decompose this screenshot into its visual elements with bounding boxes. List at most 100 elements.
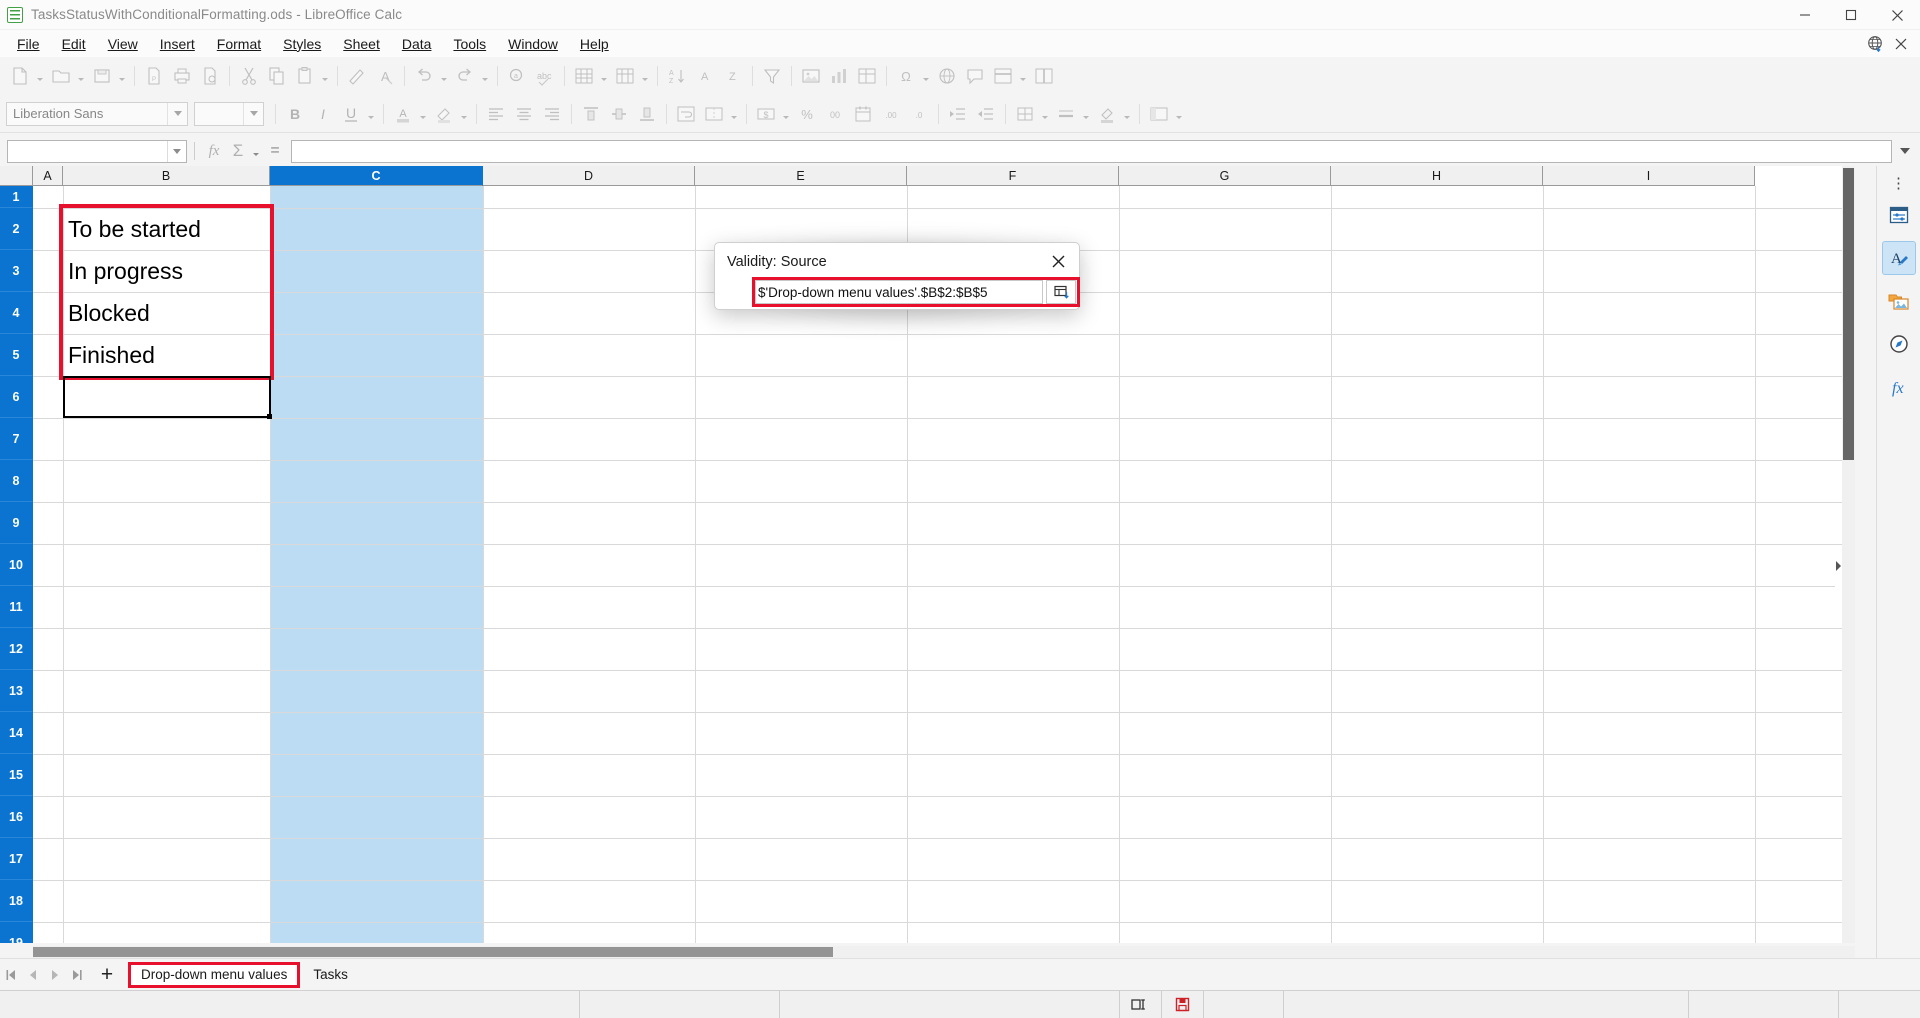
font-name-combobox[interactable]: Liberation Sans	[6, 102, 188, 126]
row-header-9[interactable]: 9	[0, 502, 33, 544]
column-header-d[interactable]: D	[483, 166, 695, 186]
save-dropdown[interactable]	[116, 63, 127, 89]
menu-sheet[interactable]: Sheet	[332, 32, 391, 56]
pivot-table-icon[interactable]	[854, 63, 880, 89]
hyperlink-icon[interactable]	[934, 63, 960, 89]
sort-za-icon[interactable]: Z	[720, 63, 746, 89]
merge-cells-dropdown[interactable]	[728, 101, 739, 127]
shrink-dialog-icon[interactable]	[1046, 280, 1076, 304]
autofilter-icon[interactable]	[759, 63, 785, 89]
column-header-i[interactable]: I	[1543, 166, 1755, 186]
row-header-6[interactable]: 6	[0, 376, 33, 418]
row-header-7[interactable]: 7	[0, 418, 33, 460]
function-wizard-icon[interactable]: fx	[202, 139, 226, 163]
horizontal-scrollbar-thumb[interactable]	[33, 947, 833, 957]
new-document-icon[interactable]	[7, 63, 33, 89]
borders-icon[interactable]	[1012, 101, 1038, 127]
highlight-color-icon[interactable]	[431, 101, 457, 127]
percent-icon[interactable]: %	[794, 101, 820, 127]
cell-B3[interactable]: In progress	[63, 250, 270, 292]
row-header-5[interactable]: 5	[0, 334, 33, 376]
close-icon[interactable]	[1043, 247, 1073, 275]
background-color-icon[interactable]	[1094, 101, 1120, 127]
select-all-corner[interactable]	[0, 166, 33, 186]
paste-icon[interactable]	[292, 63, 318, 89]
menu-file[interactable]: File	[6, 32, 51, 56]
font-color-dropdown[interactable]	[417, 101, 428, 127]
status-zoom-slider[interactable]	[1689, 991, 1839, 1018]
conditional-formatting-icon[interactable]	[1146, 101, 1172, 127]
sidebar-item-navigator[interactable]	[1882, 327, 1916, 361]
open-dropdown[interactable]	[75, 63, 86, 89]
redo-icon[interactable]	[452, 63, 478, 89]
menu-help[interactable]: Help	[569, 32, 620, 56]
center-vertically-icon[interactable]	[606, 101, 632, 127]
undo-dropdown[interactable]	[438, 63, 449, 89]
menu-styles[interactable]: Styles	[272, 32, 332, 56]
cut-icon[interactable]	[236, 63, 262, 89]
sum-icon[interactable]: Σ	[226, 139, 250, 163]
column-header-c[interactable]: C	[270, 166, 483, 186]
freeze-rows-columns-icon[interactable]	[990, 63, 1016, 89]
split-window-icon[interactable]	[1031, 63, 1057, 89]
background-color-dropdown[interactable]	[1121, 101, 1132, 127]
sort-ascending-descending-icon[interactable]: AZ	[664, 63, 690, 89]
redo-dropdown[interactable]	[479, 63, 490, 89]
close-button[interactable]	[1874, 0, 1920, 30]
row-header-14[interactable]: 14	[0, 712, 33, 754]
column-header-e[interactable]: E	[695, 166, 907, 186]
open-icon[interactable]	[48, 63, 74, 89]
previous-sheet-icon[interactable]	[22, 961, 44, 989]
increase-indent-icon[interactable]	[945, 101, 971, 127]
sheet-tab-tasks[interactable]: Tasks	[300, 962, 361, 988]
align-bottom-icon[interactable]	[634, 101, 660, 127]
name-box-dropdown-icon[interactable]	[167, 141, 186, 162]
column-header-h[interactable]: H	[1331, 166, 1543, 186]
undo-icon[interactable]	[411, 63, 437, 89]
row-dropdown[interactable]	[598, 63, 609, 89]
last-sheet-icon[interactable]	[66, 961, 88, 989]
column-header-b[interactable]: B	[63, 166, 270, 186]
row-header-4[interactable]: 4	[0, 292, 33, 334]
column-header-a[interactable]: A	[33, 166, 63, 186]
clone-formatting-icon[interactable]	[344, 63, 370, 89]
menu-data[interactable]: Data	[391, 32, 443, 56]
menu-insert[interactable]: Insert	[149, 32, 206, 56]
number-format-icon[interactable]: 00	[822, 101, 848, 127]
formula-input[interactable]	[291, 140, 1892, 163]
add-sheet-button[interactable]: +	[92, 961, 122, 989]
image-icon[interactable]	[798, 63, 824, 89]
column-header-g[interactable]: G	[1119, 166, 1331, 186]
comment-icon[interactable]	[962, 63, 988, 89]
fill-handle[interactable]	[267, 414, 272, 419]
chart-icon[interactable]	[826, 63, 852, 89]
currency-dropdown[interactable]	[780, 101, 791, 127]
next-sheet-icon[interactable]	[44, 961, 66, 989]
menu-edit[interactable]: Edit	[51, 32, 97, 56]
wrap-text-icon[interactable]	[673, 101, 699, 127]
sheet-tab-drop-down-menu-values[interactable]: Drop-down menu values	[128, 962, 300, 988]
column-header-f[interactable]: F	[907, 166, 1119, 186]
font-size-dropdown-icon[interactable]	[243, 103, 263, 125]
horizontal-scrollbar[interactable]	[33, 946, 1855, 958]
row-header-8[interactable]: 8	[0, 460, 33, 502]
row-header-17[interactable]: 17	[0, 838, 33, 880]
conditional-formatting-dropdown[interactable]	[1173, 101, 1184, 127]
sum-dropdown-icon[interactable]	[250, 138, 261, 164]
close-document-icon[interactable]	[1894, 37, 1908, 51]
special-character-icon[interactable]: Ω	[893, 63, 919, 89]
find-replace-icon[interactable]: a	[504, 63, 530, 89]
row-header-3[interactable]: 3	[0, 250, 33, 292]
row-header-11[interactable]: 11	[0, 586, 33, 628]
menu-format[interactable]: Format	[206, 32, 272, 56]
align-left-icon[interactable]	[483, 101, 509, 127]
sidebar-item-functions[interactable]: fx	[1882, 370, 1916, 404]
align-center-icon[interactable]	[511, 101, 537, 127]
row-header-19[interactable]: 19	[0, 922, 33, 943]
menu-tools[interactable]: Tools	[442, 32, 497, 56]
row-header-2[interactable]: 2	[0, 208, 33, 250]
decrease-indent-icon[interactable]	[973, 101, 999, 127]
row-header-10[interactable]: 10	[0, 544, 33, 586]
column-icon[interactable]	[612, 63, 638, 89]
status-signature[interactable]	[1204, 991, 1284, 1018]
